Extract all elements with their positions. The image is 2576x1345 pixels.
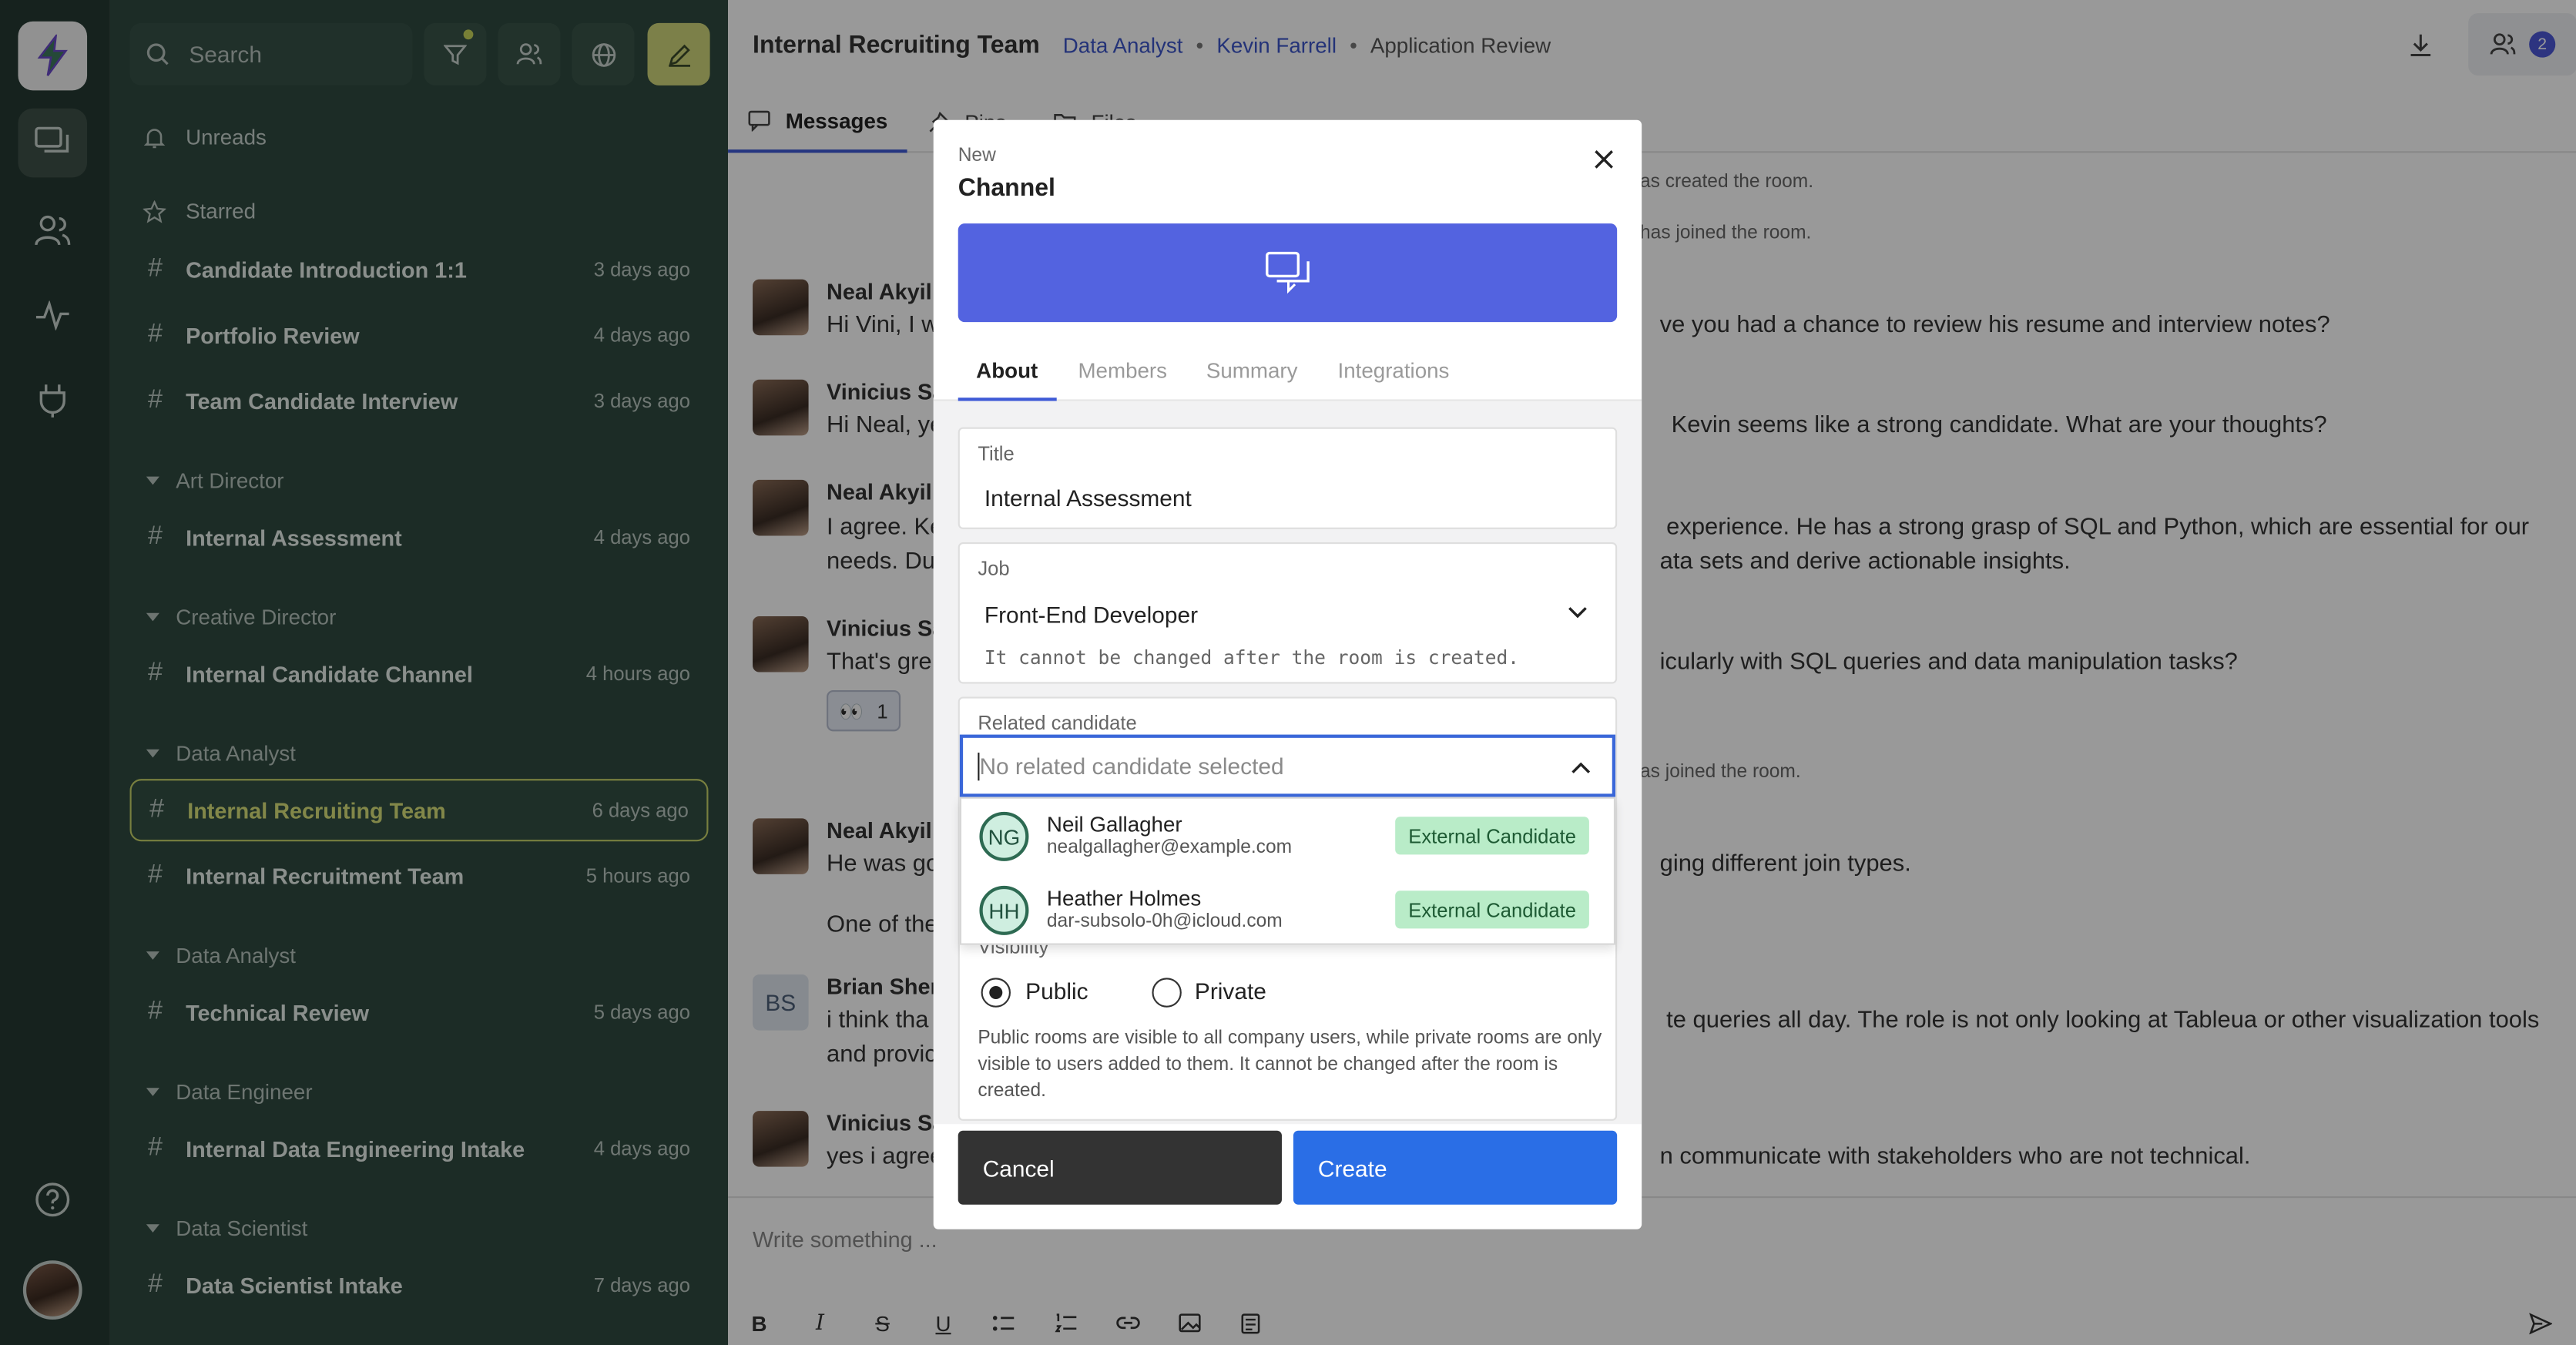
candidate-name: Heather Holmes — [1046, 885, 1202, 911]
candidate-name: Neil Gallagher — [1046, 811, 1182, 837]
tab-summary[interactable]: Summary — [1188, 345, 1316, 401]
title-label: Title — [978, 441, 1015, 465]
job-select[interactable]: Front-End Developer — [984, 602, 1198, 628]
channel-icon — [1265, 251, 1311, 294]
tab-integrations[interactable]: Integrations — [1320, 345, 1467, 401]
dialog-title: Channel — [958, 174, 1055, 203]
candidate-type-badge: External Candidate — [1395, 817, 1590, 855]
chevron-up-icon[interactable] — [1571, 761, 1591, 774]
candidate-type-badge: External Candidate — [1395, 891, 1590, 929]
chevron-down-icon[interactable] — [1568, 606, 1588, 619]
candidate-dropdown: NG Neil Gallagher nealgallagher@example.… — [959, 797, 1617, 947]
tab-members[interactable]: Members — [1060, 345, 1186, 401]
candidate-email: dar-subsolo-0h@icloud.com — [1046, 911, 1283, 932]
title-input[interactable]: Internal Assessment — [984, 485, 1192, 511]
candidate-avatar: HH — [979, 885, 1029, 935]
public-radio[interactable] — [981, 978, 1011, 1008]
dialog-kicker: New — [958, 146, 996, 166]
create-button[interactable]: Create — [1293, 1130, 1618, 1205]
new-channel-dialog: New Channel About Members Summary Integr… — [933, 119, 1642, 1229]
title-field[interactable]: Title Internal Assessment — [958, 427, 1618, 529]
private-label: Private — [1194, 978, 1266, 1005]
dialog-tabs: About Members Summary Integrations — [933, 345, 1642, 401]
job-label: Job — [978, 557, 1010, 581]
job-hint: It cannot be changed after the room is c… — [984, 646, 1520, 669]
public-label: Public — [1025, 978, 1088, 1005]
tab-about[interactable]: About — [958, 345, 1056, 401]
candidate-placeholder: No related candidate selected — [979, 753, 1284, 780]
candidate-email: nealgallagher@example.com — [1046, 837, 1293, 858]
job-field[interactable]: Job Front-End Developer It cannot be cha… — [958, 542, 1618, 684]
private-radio[interactable] — [1152, 978, 1182, 1008]
cancel-button[interactable]: Cancel — [958, 1130, 1282, 1205]
candidate-select[interactable]: No related candidate selected — [959, 734, 1616, 797]
visibility-description: Public rooms are visible to all company … — [978, 1028, 1602, 1102]
candidate-option[interactable]: HH Heather Holmes dar-subsolo-0h@icloud.… — [961, 873, 1617, 947]
candidate-option[interactable]: NG Neil Gallagher nealgallagher@example.… — [961, 799, 1617, 873]
candidate-label: Related candidate — [978, 711, 1137, 735]
channel-banner — [958, 223, 1618, 323]
close-icon[interactable] — [1588, 143, 1621, 176]
candidate-avatar: NG — [979, 811, 1029, 861]
